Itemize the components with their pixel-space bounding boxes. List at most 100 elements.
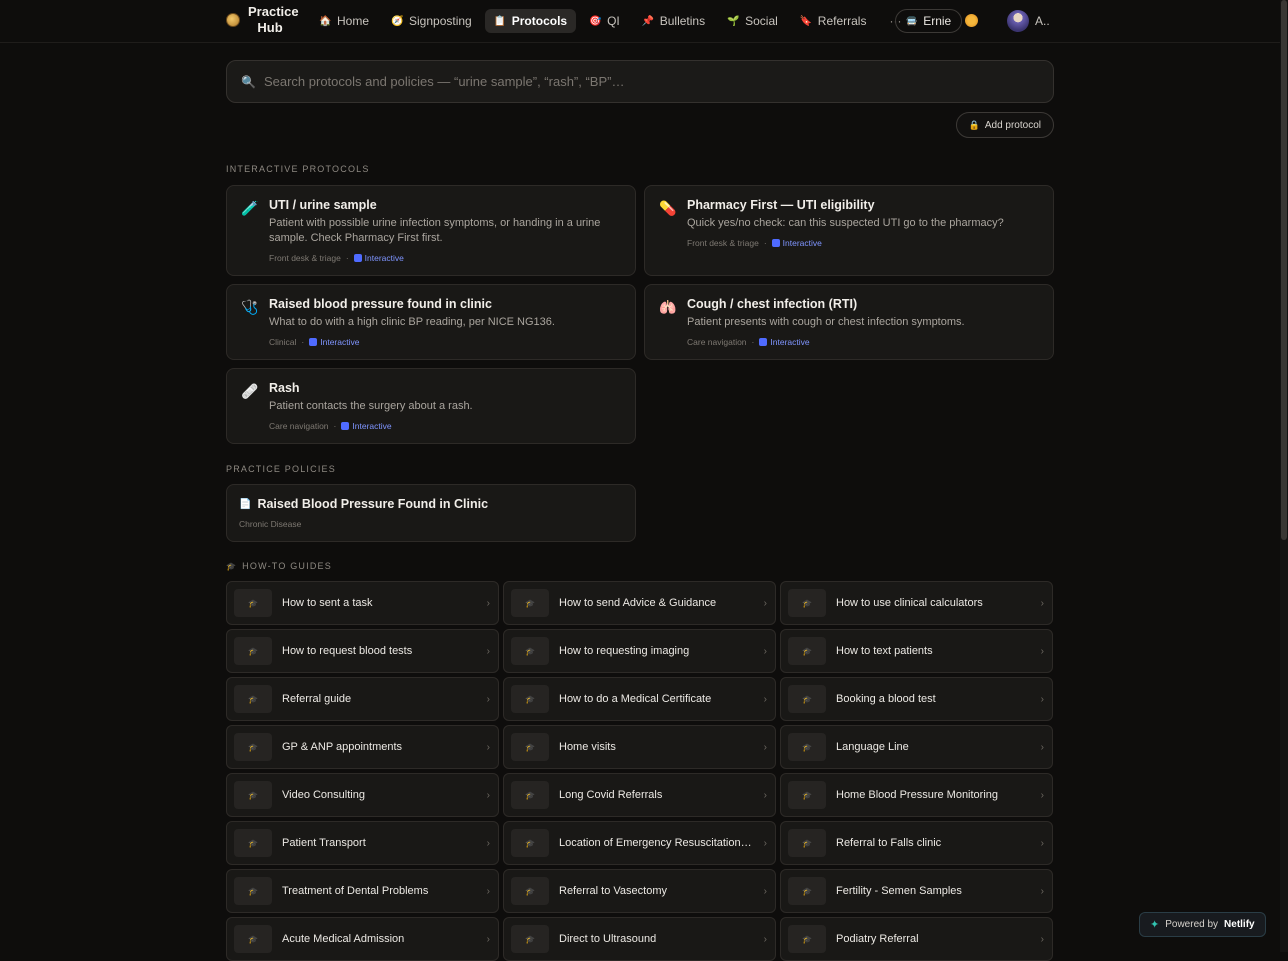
guide-label: Podiatry Referral [836, 933, 919, 945]
guide-thumbnail-icon: 🎓 [511, 733, 549, 761]
brand[interactable]: Practice Hub [226, 4, 299, 36]
guide-label: GP & ANP appointments [282, 741, 403, 753]
protocol-card[interactable]: 💊 Pharmacy First — UTI eligibility Quick y… [644, 185, 1054, 276]
guide-label: Acute Medical Admission [282, 933, 405, 945]
separator-dot: · [763, 238, 767, 248]
chevron-right-icon: › [763, 597, 767, 609]
guide-item[interactable]: 🎓 How to sent a task › [226, 581, 499, 625]
guide-item[interactable]: 🎓 Fertility - Semen Samples › [780, 869, 1053, 913]
interactive-badge-icon [341, 422, 350, 430]
protocol-title: Pharmacy First — UTI eligibility [687, 198, 875, 212]
nav-item-qi[interactable]: 🎯 QI [580, 9, 629, 33]
guide-item[interactable]: 🎓 How to requesting imaging › [503, 629, 776, 673]
protocol-description: Patient with possible urine infection sy… [269, 217, 601, 244]
guide-item[interactable]: 🎓 Location of Emergency Resuscitation… › [503, 821, 776, 865]
guide-item[interactable]: 🎓 Referral to Vasectomy › [503, 869, 776, 913]
protocol-category: Care navigation [687, 337, 747, 347]
guide-label: How to sent a task [282, 597, 373, 609]
chevron-right-icon: › [1040, 741, 1044, 753]
protocol-meta: Clinical · Interactive [269, 337, 621, 347]
protocol-card[interactable]: 🧪 UTI / urine sample Patient with possible… [226, 185, 636, 276]
guide-item[interactable]: 🎓 Referral to Falls clinic › [780, 821, 1053, 865]
guide-item[interactable]: 🎓 How to do a Medical Certificate › [503, 677, 776, 721]
guide-item[interactable]: 🎓 GP & ANP appointments › [226, 725, 499, 769]
powered-by-netlify-badge[interactable]: ✦ Powered by Netlify [1139, 912, 1266, 937]
guide-item[interactable]: 🎓 How to use clinical calculators › [780, 581, 1053, 625]
nav-item-social[interactable]: 🌱 Social [718, 9, 787, 33]
guide-label: Treatment of Dental Problems [282, 885, 429, 897]
guide-item[interactable]: 🎓 Video Consulting › [226, 773, 499, 817]
guide-thumbnail-icon: 🎓 [511, 877, 549, 905]
search-bar[interactable]: 🔍 [226, 60, 1054, 103]
guide-item[interactable]: 🎓 Home Blood Pressure Monitoring › [780, 773, 1053, 817]
guide-label: Referral guide [282, 693, 352, 705]
lock-icon: 🔒 [968, 119, 980, 130]
nav-item-signposting[interactable]: 🧭 Signposting [382, 9, 481, 33]
chevron-right-icon: › [763, 693, 767, 705]
nav-item-home[interactable]: 🏠 Home [310, 9, 378, 33]
top-navigation-bar: Practice Hub 🏠 Home 🧭 Signposting 📋 Protocols… [0, 0, 1280, 43]
separator-dot: · [301, 337, 305, 347]
chevron-right-icon: › [1040, 837, 1044, 849]
guide-thumbnail-icon: 🎓 [511, 925, 549, 953]
guide-item[interactable]: 🎓 Acute Medical Admission › [226, 917, 499, 961]
guide-item[interactable]: 🎓 How to send Advice & Guidance › [503, 581, 776, 625]
main-nav: 🏠 Home 🧭 Signposting 📋 Protocols 🎯 QI 📌 Bulletins… [310, 9, 911, 33]
guide-item[interactable]: 🎓 Language Line › [780, 725, 1053, 769]
guide-item[interactable]: 🎓 Patient Transport › [226, 821, 499, 865]
protocol-meta: Care navigation · Interactive [269, 421, 621, 431]
nav-item-label: Bulletins [659, 14, 706, 28]
interactive-badge-icon [759, 338, 768, 346]
protocol-meta: Front desk & triage · Interactive [687, 238, 1039, 248]
document-icon: 📄 [239, 498, 252, 510]
theme-toggle-sun-icon[interactable] [965, 14, 978, 27]
guide-item[interactable]: 🎓 How to request blood tests › [226, 629, 499, 673]
protocol-card[interactable]: 🫁 Cough / chest infection (RTI) Patient pr… [644, 284, 1054, 360]
account-menu[interactable]: A.. [1007, 10, 1050, 32]
guide-item[interactable]: 🎓 Referral guide › [226, 677, 499, 721]
guide-item[interactable]: 🎓 Podiatry Referral › [780, 917, 1053, 961]
bus-icon: 🚍 [906, 15, 918, 26]
add-protocol-button[interactable]: 🔒 Add protocol [955, 112, 1054, 138]
policy-card[interactable]: 📄 Raised Blood Pressure Found in Clinic Ch… [226, 484, 636, 542]
guide-item[interactable]: 🎓 Treatment of Dental Problems › [226, 869, 499, 913]
compass-icon: 🧭 [391, 15, 404, 27]
house-icon: 🏠 [319, 15, 332, 27]
protocol-icon: 💊 [659, 200, 677, 216]
practice-policies-heading: PRACTICE POLICIES [226, 464, 1054, 474]
guide-label: Location of Emergency Resuscitation… [559, 837, 752, 849]
interactive-badge-icon [353, 254, 362, 262]
guide-item[interactable]: 🎓 Direct to Ultrasound › [503, 917, 776, 961]
guide-item[interactable]: 🎓 How to text patients › [780, 629, 1053, 673]
nav-item-referrals[interactable]: 🔖 Referrals [791, 9, 876, 33]
chevron-right-icon: › [486, 933, 490, 945]
guide-thumbnail-icon: 🎓 [511, 685, 549, 713]
search-input[interactable] [263, 74, 1039, 89]
bookmark-icon: 🔖 [799, 15, 813, 27]
search-icon: 🔍 [241, 74, 256, 89]
nav-item-protocols[interactable]: 📋 Protocols [484, 9, 577, 33]
section-heading-text: PRACTICE POLICIES [226, 464, 336, 474]
guide-item[interactable]: 🎓 Home visits › [503, 725, 776, 769]
how-to-guides-heading: 🎓 HOW-TO GUIDES [226, 561, 1054, 571]
guide-thumbnail-icon: 🎓 [788, 829, 826, 857]
protocol-icon: 🫁 [659, 299, 677, 315]
guide-label: Long Covid Referrals [559, 789, 663, 801]
protocol-description: Patient contacts the surgery about a ras… [269, 400, 473, 412]
guide-label: Home Blood Pressure Monitoring [836, 789, 999, 801]
guide-thumbnail-icon: 🎓 [788, 733, 826, 761]
guide-item[interactable]: 🎓 Long Covid Referrals › [503, 773, 776, 817]
target-icon: 🎯 [589, 15, 602, 27]
guide-item[interactable]: 🎓 Booking a blood test › [780, 677, 1053, 721]
nav-item-bulletins[interactable]: 📌 Bulletins [633, 9, 714, 33]
scrollbar-thumb[interactable] [1281, 0, 1287, 540]
protocol-card[interactable]: 🩺 Raised blood pressure found in clinic Wh… [226, 284, 636, 360]
user-switcher-button[interactable]: 🚍 Ernie [895, 9, 963, 33]
protocol-card[interactable]: 🩹 Rash Patient contacts the surgery about … [226, 368, 636, 444]
guide-thumbnail-icon: 🎓 [234, 925, 272, 953]
chevron-right-icon: › [1040, 885, 1044, 897]
page-scrollbar[interactable] [1280, 0, 1288, 952]
clipboard-icon: 📋 [493, 15, 507, 27]
guide-label: How to request blood tests [282, 645, 413, 657]
chevron-right-icon: › [1040, 693, 1044, 705]
